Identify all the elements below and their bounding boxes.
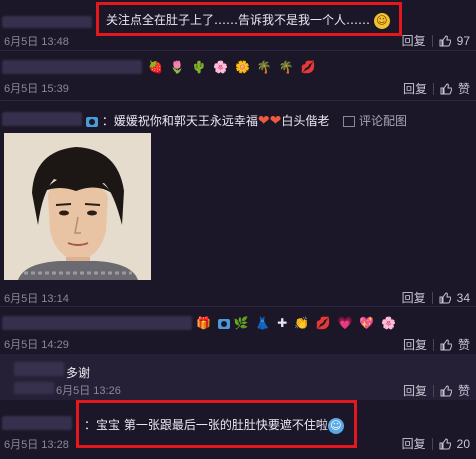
comment-divider [0, 306, 476, 307]
comment-actions: 回复 34 [402, 289, 470, 306]
username-blur [2, 112, 82, 126]
review-image-link[interactable]: 评论配图 [359, 114, 407, 128]
camera-icon [217, 318, 230, 329]
divider [431, 291, 433, 304]
comment-time: 6月5日 15:39 [4, 83, 69, 95]
emoji: 🍓 [148, 60, 163, 74]
like-label[interactable]: 赞 [458, 336, 470, 353]
emoji: ✚ [277, 316, 288, 330]
reply-text: 多谢 [66, 366, 91, 380]
emoji: 🌿 [233, 316, 249, 330]
username-blur [14, 362, 64, 376]
like-label[interactable]: 赞 [458, 382, 470, 399]
emoji: 🌵 [191, 60, 207, 74]
username-blur [2, 316, 192, 330]
emoji-laugh-icon: ☺ [327, 417, 344, 434]
thumbs-up-icon[interactable] [440, 338, 452, 351]
reply-button[interactable]: 回复 [403, 382, 427, 399]
divider [432, 82, 434, 95]
emoji: 💖 [359, 316, 375, 330]
comment-body: 关注点全在肚子上了……告诉我不是我一个人…… [106, 13, 371, 27]
username-blur [2, 416, 72, 430]
heart-icon: ❤ [269, 113, 282, 129]
image-icon [343, 116, 356, 127]
divider [431, 34, 433, 47]
portrait-image [4, 133, 151, 280]
emoji: 🌴 [256, 60, 272, 74]
comment-photo[interactable] [4, 133, 151, 280]
emoji: 👗 [255, 316, 271, 330]
comment-time: 6月5日 13:28 [4, 439, 69, 451]
comment-actions: 回复 赞 [403, 80, 470, 97]
comment-body: ：宝宝 第一张跟最后一张的肚肚快要遮不住啦 [84, 418, 328, 432]
comment-body: ：媛媛祝你和郭天王永远幸福 [101, 114, 258, 128]
like-count: 20 [456, 436, 470, 451]
comment-body-tail: 白头偕老 [281, 114, 330, 128]
like-count: 34 [456, 290, 470, 305]
emoji: 🌸 [213, 60, 229, 74]
camera-icon [86, 116, 98, 127]
emoji: 🌼 [235, 60, 251, 74]
comment-time: 6月5日 13:48 [4, 36, 69, 48]
emoji-smile-icon: ☺ [373, 12, 390, 29]
divider [431, 437, 433, 450]
emoji: 🎁 [196, 316, 211, 330]
emoji: 💗 [337, 316, 353, 330]
username-blur [14, 382, 54, 394]
reply-button[interactable]: 回复 [403, 336, 427, 353]
emoji: 💋 [315, 316, 331, 330]
reply-button[interactable]: 回复 [402, 435, 426, 452]
comment-divider [0, 100, 476, 101]
emoji: 🌷 [169, 60, 185, 74]
comment-text: ：宝宝 第一张跟最后一张的肚肚快要遮不住啦 ☺ [84, 416, 344, 434]
comment-actions: 回复 赞 [403, 382, 470, 399]
reply-button[interactable]: 回复 [402, 289, 426, 306]
like-label[interactable]: 赞 [458, 80, 470, 97]
divider [432, 338, 434, 351]
comment-time: 6月5日 14:29 [4, 339, 69, 351]
username-blur [2, 60, 142, 74]
emoji: 🌴 [278, 60, 294, 74]
comment-time: 6月5日 13:26 [56, 385, 121, 397]
comment-text: 关注点全在肚子上了……告诉我不是我一个人…… ☺ [106, 11, 390, 29]
thumbs-up-icon[interactable] [439, 437, 451, 450]
reply-button[interactable]: 回复 [402, 32, 426, 49]
emoji-row: 🎁 🌿 👗 ✚ 👏 💋 💗 💖 🌸 [196, 316, 399, 330]
emoji-row: 🍓 🌷 🌵 🌸 🌼 🌴 🌴 💋 [148, 60, 318, 74]
thumbs-up-icon[interactable] [440, 82, 452, 95]
heart-icon: ❤ [257, 113, 270, 129]
emoji: 💋 [300, 60, 316, 74]
emoji: 👏 [294, 316, 310, 330]
comment-text: ：媛媛祝你和郭天王永远幸福❤❤白头偕老 评论配图 [86, 112, 407, 129]
like-count: 97 [456, 33, 470, 48]
divider [432, 384, 434, 397]
thumbs-up-icon[interactable] [439, 34, 451, 47]
comment-actions: 回复 20 [402, 435, 470, 452]
comment-actions: 回复 赞 [403, 336, 470, 353]
comment-divider [0, 50, 476, 51]
thumbs-up-icon[interactable] [440, 384, 452, 397]
emoji: 🌸 [381, 316, 397, 330]
reply-button[interactable]: 回复 [403, 80, 427, 97]
username-blur [2, 16, 92, 28]
comment-actions: 回复 97 [402, 32, 470, 49]
thumbs-up-icon[interactable] [439, 291, 451, 304]
comment-time: 6月5日 13:14 [4, 293, 69, 305]
